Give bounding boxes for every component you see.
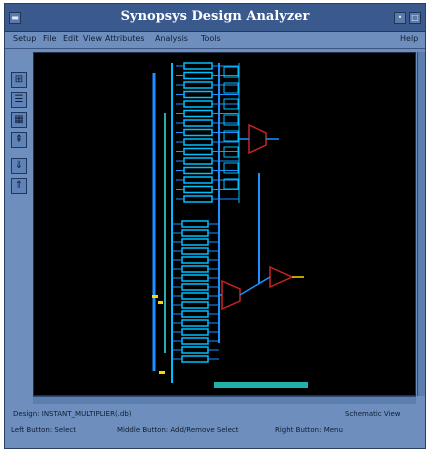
logic-cell <box>181 310 209 318</box>
logic-cell <box>181 256 209 264</box>
logic-cell <box>183 128 213 137</box>
logic-cell <box>183 62 213 70</box>
up-level-icon[interactable]: ⇑ <box>11 178 27 194</box>
logic-cell <box>181 283 209 291</box>
logic-cell <box>181 274 209 282</box>
logic-cell <box>181 319 209 327</box>
mux-symbol <box>221 279 241 311</box>
logic-cell <box>183 119 213 127</box>
window-title: Synopsys Design Analyzer <box>120 9 310 24</box>
menu-attributes[interactable]: Attributes <box>105 34 145 43</box>
logic-cell <box>223 162 239 174</box>
logic-cell <box>183 138 213 146</box>
logic-cell <box>183 195 213 203</box>
vertical-scrollbar[interactable] <box>417 52 425 396</box>
menu-setup[interactable]: Setup <box>13 34 36 43</box>
menu-view[interactable]: View <box>83 34 102 43</box>
logic-cell <box>181 265 209 273</box>
logic-cell <box>183 90 213 99</box>
logic-cell <box>183 185 213 194</box>
mux-symbol <box>269 265 294 289</box>
mouse-right-hint: Right Button: Menu <box>275 426 343 434</box>
hierarchy-icon[interactable]: ⇞ <box>11 132 27 148</box>
logic-cell <box>183 157 213 165</box>
logic-cell <box>181 346 209 354</box>
logic-cell <box>183 166 213 175</box>
logic-cell <box>181 238 209 246</box>
schematic-drawing <box>152 62 308 388</box>
menu-bar: Setup File Edit View Attributes Analysis… <box>5 32 425 49</box>
mouse-left-hint: Left Button: Select <box>11 426 77 434</box>
logic-cell <box>183 176 213 184</box>
symbol-icon[interactable]: ☰ <box>11 92 27 108</box>
input-marker <box>152 295 158 298</box>
logic-cell <box>181 355 209 363</box>
down-level-icon[interactable]: ⇓ <box>11 158 27 174</box>
design-icon[interactable]: ⊞ <box>11 72 27 88</box>
status-bar: Design: INSTANT_MULTIPLIER(.db) Schemati… <box>5 406 425 448</box>
design-info: Design: INSTANT_MULTIPLIER(.db) <box>13 410 132 418</box>
view-mode: Schematic View <box>345 410 401 418</box>
maximize-icon[interactable]: □ <box>409 12 421 24</box>
logic-cell <box>181 337 209 345</box>
menu-file[interactable]: File <box>43 34 56 43</box>
schematic-icon[interactable]: ▦ <box>11 112 27 128</box>
horizontal-scrollbar[interactable] <box>33 396 416 404</box>
minimize-icon[interactable]: • <box>394 12 406 24</box>
application-window: ▬ Synopsys Design Analyzer • □ Setup Fil… <box>4 3 426 449</box>
logic-cell <box>181 220 209 228</box>
mouse-middle-hint: Middle Button: Add/Remove Select <box>117 426 239 434</box>
bus-bar <box>214 382 308 388</box>
title-bar[interactable]: ▬ Synopsys Design Analyzer • □ <box>5 4 425 32</box>
menu-tools[interactable]: Tools <box>201 34 221 43</box>
menu-edit[interactable]: Edit <box>63 34 79 43</box>
logic-cell <box>183 81 213 89</box>
menu-help[interactable]: Help <box>400 34 418 43</box>
logic-cell <box>181 328 209 336</box>
input-marker <box>159 371 165 374</box>
logic-cell <box>183 71 213 80</box>
logic-cell <box>181 292 209 300</box>
logic-cell <box>181 247 209 255</box>
logic-cell <box>181 229 209 237</box>
schematic-canvas[interactable] <box>33 52 416 396</box>
logic-cell <box>183 147 213 156</box>
input-marker <box>158 301 163 304</box>
menu-analysis[interactable]: Analysis <box>155 34 188 43</box>
logic-cell <box>183 109 213 118</box>
logic-cell <box>183 100 213 108</box>
mux-symbol <box>248 123 267 155</box>
logic-cell <box>181 301 209 309</box>
wire-segment <box>239 276 271 296</box>
